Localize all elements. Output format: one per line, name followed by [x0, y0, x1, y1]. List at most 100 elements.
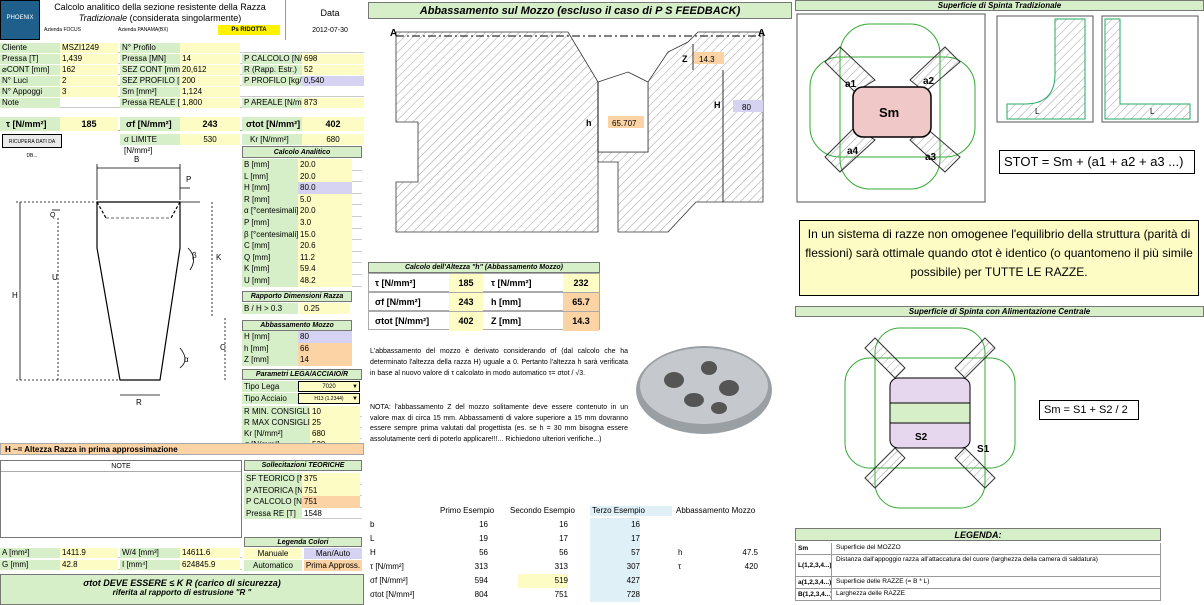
example-v1: 313 — [474, 562, 488, 571]
row-appoggi: N° Appoggi 3 Sm [mm²] 1,124 — [0, 87, 364, 97]
kr-label: Kr [N/mm²] — [242, 134, 302, 145]
sm-label: Sm — [879, 105, 899, 120]
row-value: 680 — [310, 428, 360, 439]
legenda-table: Sm Superficie del MOZZO L(1,2,3,4...) Dista… — [795, 543, 1161, 601]
a1-label: a1 — [845, 79, 857, 90]
hub-cavity — [597, 71, 649, 153]
stress-row: τ [N/mm²] 185 σf [N/mm²] 243 σtot [N/mm²… — [0, 117, 364, 131]
legenda-row: L(1,2,3,4...) Distanza dall'appoggio razz… — [795, 555, 1161, 577]
label-left: σtot [N/mm²] — [375, 316, 430, 326]
parametri-title: Parametri LEGA/ACCIAIO/R — [242, 369, 362, 380]
example-v1: 594 — [474, 576, 488, 585]
title-trad: Tradizionale — [78, 13, 128, 23]
example-v1: 56 — [479, 548, 488, 557]
pressa-label: Pressa [T] — [0, 54, 60, 64]
row-label: α [°centesimali] — [242, 205, 298, 217]
row-label: R MAX CONSIGLIATO — [242, 417, 310, 428]
legenda-desc: Larghezza delle RAZZE — [836, 590, 906, 597]
dim-label-Q: Q — [50, 212, 56, 219]
L-label-1: L — [1035, 107, 1040, 116]
example-v1: 804 — [474, 590, 488, 599]
dcont-label: ⌀CONT [mm] — [0, 65, 60, 75]
i-value: 624845.9 — [180, 560, 240, 570]
tipo-acciaio-select[interactable]: H13 (1.2344) ▼ — [298, 393, 360, 404]
row-label: C [mm] — [242, 240, 298, 252]
profilo-value[interactable] — [180, 43, 240, 53]
examples-header: Primo Esempio Secondo Esempio Terzo Esempi… — [368, 506, 792, 518]
dim-label-B: B — [134, 155, 139, 164]
row-label: h [mm] — [242, 342, 298, 355]
row-label: Kr [N/mm²] — [242, 428, 310, 439]
preale-value[interactable]: 1,800 — [180, 98, 240, 108]
row-value: 10 — [310, 406, 360, 417]
para1: L'abbassamento del mozzo è derivato cons… — [370, 348, 628, 377]
value-left: 243 — [449, 293, 483, 312]
luci-value[interactable]: 2 — [60, 76, 118, 86]
table-row: H [mm] 80 — [242, 331, 352, 343]
row-value: 5.0 — [298, 193, 352, 206]
row-label: SF TEORICO [N/mm²] — [244, 473, 302, 485]
legend-manuale: Manuale — [244, 548, 302, 559]
ricupera-button[interactable]: RICUPERA DATI DA DB... — [2, 134, 62, 159]
row-label: R MIN. CONSIGLIATO — [242, 406, 310, 417]
rapporto-value: 0.25 — [300, 303, 350, 314]
pareale-value: 873 — [302, 98, 364, 108]
sigma-limite-label: σ LIMITE [N/mm²] — [120, 134, 180, 155]
label-right: h [mm] — [491, 297, 521, 307]
row-value: 15.0 — [298, 228, 352, 241]
dim-label-alpha: α — [184, 355, 189, 364]
dim-label-C: C — [220, 343, 226, 352]
row-label: P ATEORICA [N/mm²] — [244, 484, 302, 496]
sprof-value[interactable]: 200 — [180, 76, 240, 86]
example-header: Terzo Esempio — [590, 506, 672, 516]
stot-value: 402 — [302, 117, 364, 131]
row-label: Q [mm] — [242, 251, 298, 264]
preale-label: Pressa REALE [T] — [120, 98, 180, 108]
spoke-outline — [96, 201, 181, 381]
pprof-value: 0,540 — [302, 76, 364, 86]
row-g: G [mm] 42.8 I [mm⁴] 624845.9 — [0, 560, 242, 570]
a2-label: a2 — [923, 76, 935, 87]
warning-line1: σtot DEVE ESSERE ≤ K R (carico di sicure… — [83, 578, 281, 588]
example-v3: 17 — [590, 532, 640, 546]
example-row: b 16 16 16 — [368, 518, 792, 532]
z-label: Z — [682, 54, 688, 64]
note-box: NOTE — [0, 460, 242, 538]
row-value: 48.2 — [298, 274, 352, 287]
scont-value: 20,612 — [180, 65, 240, 75]
tipo-acciaio-label: Tipo Acciaio — [242, 393, 298, 404]
traditional-spoke-diagram: Sm a1 a2 a3 a4 — [796, 13, 986, 203]
sf-value: 243 — [180, 117, 240, 131]
h-value: 65.707 — [612, 119, 637, 128]
sprof-label: SEZ PROFILO [mm²] — [120, 76, 180, 86]
cliente-value[interactable]: MSZI1249 — [60, 43, 118, 53]
chevron-down-icon: ▼ — [352, 384, 358, 390]
logo: PHOENIX — [0, 0, 40, 40]
table-row: SF TEORICO [N/mm²]375 — [244, 473, 362, 485]
table-row: Q [mm] 11.2 — [242, 251, 362, 264]
warning-line2: riferita al rapporto di estrusione "R " — [112, 588, 252, 597]
legenda-symbol: L(1,2,3,4...) — [796, 555, 832, 577]
example-abb-value: 420 — [744, 562, 758, 571]
value-left: 402 — [449, 312, 483, 331]
dcont-value[interactable]: 162 — [60, 65, 118, 75]
value-right: 232 — [563, 274, 599, 293]
appoggi-value[interactable]: 3 — [60, 87, 118, 97]
examples-table: Primo Esempio Secondo Esempio Terzo Esempi… — [368, 506, 792, 602]
sollec-title: Sollecitazioni TEORICHE — [244, 460, 362, 471]
profilo-label: N° Profilo — [120, 43, 180, 53]
data-value[interactable]: 2012-07-30 — [300, 27, 360, 34]
section-A-right: A — [758, 28, 765, 39]
azienda-left: Azienda FOCUS — [44, 27, 81, 33]
pressa-value[interactable]: 1,439 — [60, 54, 118, 64]
table-row: L [mm] 20.0 — [242, 170, 362, 183]
rapporto-label: B / H > 0.3 — [242, 303, 298, 314]
tipo-lega-select[interactable]: 7020 ▼ — [298, 381, 360, 392]
example-header: Abbassamento Mozzo — [676, 506, 756, 515]
example-abb-value — [708, 574, 758, 588]
example-abb-value — [708, 588, 758, 602]
table-row: P [mm] 3.0 — [242, 216, 362, 229]
row-label: U [mm] — [242, 274, 298, 287]
row-value: 3.0 — [298, 216, 352, 229]
profile-section-1: L — [996, 15, 1094, 123]
